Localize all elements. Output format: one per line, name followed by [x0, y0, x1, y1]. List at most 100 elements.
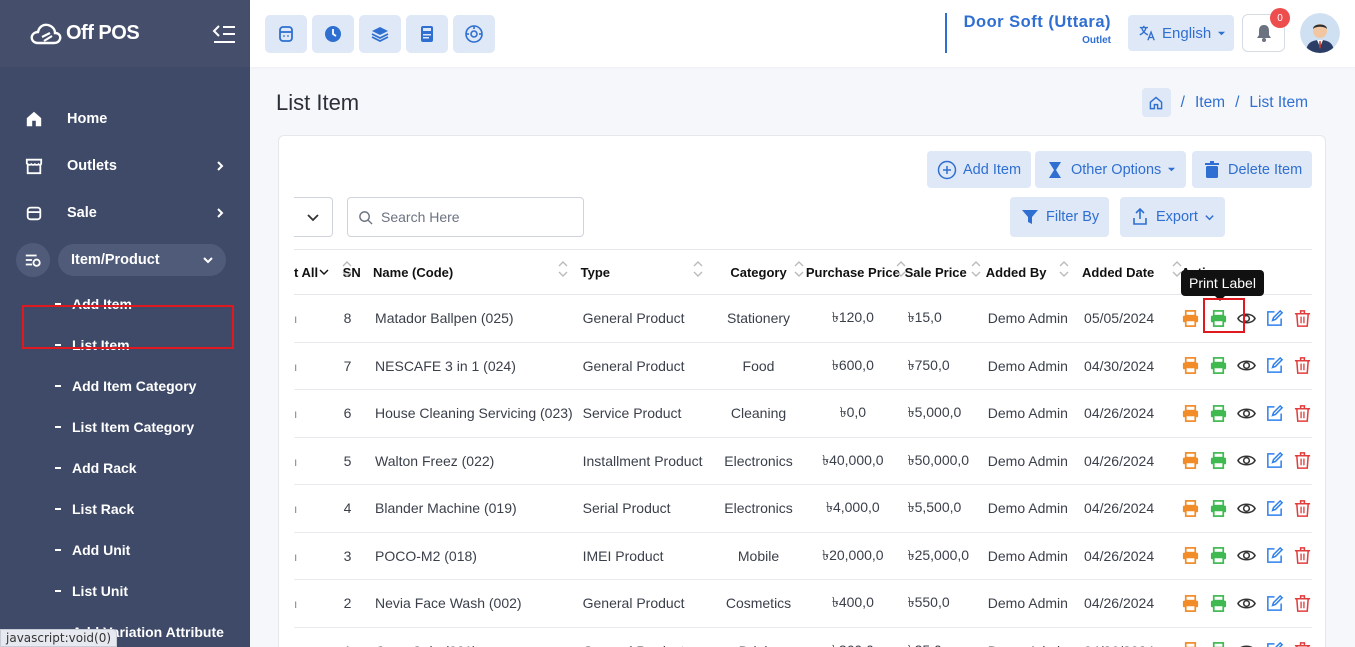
row-actions [1177, 404, 1312, 423]
print-label-icon[interactable] [1209, 499, 1228, 518]
notifications-button[interactable]: 0 [1242, 8, 1290, 52]
print-label-icon[interactable] [1209, 594, 1228, 613]
outlet-info[interactable]: Door Soft (Uttara) Outlet [945, 13, 1111, 53]
print-barcode-icon[interactable] [1181, 594, 1200, 613]
header-category[interactable]: Category [715, 249, 804, 295]
header-label: Category [730, 264, 787, 280]
row-select-cell[interactable]: ı [294, 627, 336, 647]
view-eye-icon[interactable] [1237, 404, 1256, 423]
add-item-button[interactable]: Add Item [927, 151, 1032, 188]
header-name[interactable]: Name (Code) [373, 249, 581, 295]
edit-icon[interactable] [1265, 499, 1284, 518]
sidebar-item-sale[interactable]: Sale [0, 189, 250, 236]
print-barcode-icon[interactable] [1181, 546, 1200, 565]
entries-select[interactable] [294, 197, 333, 237]
breadcrumb-item[interactable]: Item [1195, 94, 1225, 112]
header-type[interactable]: Type [580, 249, 716, 295]
submenu-item-add-item[interactable]: Add Item [55, 283, 250, 324]
header-purchase-price[interactable]: Purchase Price [801, 249, 906, 295]
edit-icon[interactable] [1265, 309, 1284, 328]
print-barcode-icon[interactable] [1181, 404, 1200, 423]
edit-icon[interactable] [1265, 451, 1284, 470]
row-select-cell[interactable]: ı [294, 389, 336, 438]
app-logo[interactable]: Off POS [30, 21, 140, 47]
pos-shortcut-button[interactable] [265, 14, 307, 53]
header-added-by[interactable]: Added By [985, 249, 1083, 295]
view-eye-icon[interactable] [1237, 356, 1256, 375]
sidebar-item-item-product[interactable]: Item/Product [0, 236, 250, 283]
header-added-date[interactable]: Added Date [1082, 249, 1182, 295]
delete-trash-icon[interactable] [1293, 404, 1312, 423]
header-sn[interactable]: SN [335, 249, 374, 295]
export-icon [1133, 207, 1147, 225]
row-select-cell[interactable]: ı [294, 579, 336, 628]
cell-sale-price: ৳5,500,0 [904, 484, 986, 533]
collapse-menu-icon[interactable] [212, 23, 236, 45]
delete-trash-icon[interactable] [1293, 546, 1312, 565]
select-all-header[interactable]: t All [294, 249, 336, 295]
browser-status-bar: javascript:void(0) [0, 629, 118, 647]
submenu-item-list-item-category[interactable]: List Item Category [55, 406, 250, 447]
filter-by-button[interactable]: Filter By [1010, 197, 1110, 237]
edit-icon[interactable] [1265, 641, 1284, 647]
view-eye-icon[interactable] [1237, 499, 1256, 518]
cell-sale-price: ৳35,0 [904, 627, 986, 647]
delete-trash-icon[interactable] [1293, 356, 1312, 375]
other-options-button[interactable]: Other Options [1035, 151, 1187, 188]
delete-trash-icon[interactable] [1293, 641, 1312, 647]
row-select-cell[interactable]: ı [294, 484, 336, 533]
cell-added-by: Demo Admin [985, 437, 1083, 485]
print-label-icon[interactable] [1209, 641, 1228, 647]
print-barcode-icon[interactable] [1181, 451, 1200, 470]
submenu-item-add-unit[interactable]: Add Unit [55, 529, 250, 570]
user-avatar[interactable] [1300, 13, 1340, 53]
print-barcode-icon[interactable] [1181, 356, 1200, 375]
dashboard-shortcut-button[interactable] [453, 14, 495, 53]
calculator-shortcut-button[interactable] [406, 14, 448, 53]
print-label-icon[interactable] [1209, 356, 1228, 375]
submenu-item-add-item-category[interactable]: Add Item Category [55, 365, 250, 406]
delete-trash-icon[interactable] [1293, 451, 1312, 470]
row-select-cell[interactable]: ı [294, 342, 336, 390]
edit-icon[interactable] [1265, 546, 1284, 565]
delete-trash-icon[interactable] [1293, 309, 1312, 328]
delete-item-button[interactable]: Delete Item [1192, 151, 1313, 188]
row-select-cell[interactable]: ı [294, 294, 336, 343]
cell-category: Food [715, 342, 802, 390]
view-eye-icon[interactable] [1237, 451, 1256, 470]
print-label-icon[interactable] [1209, 546, 1228, 565]
edit-icon[interactable] [1265, 404, 1284, 423]
sidebar-item-outlets[interactable]: Outlets [0, 142, 250, 189]
print-label-icon[interactable] [1209, 404, 1228, 423]
delete-trash-icon[interactable] [1293, 499, 1312, 518]
breadcrumb-current: List Item [1249, 93, 1308, 111]
submenu-item-list-item[interactable]: List Item [55, 324, 250, 365]
row-select-cell[interactable]: ı [294, 532, 336, 580]
clock-shortcut-button[interactable] [312, 14, 354, 53]
header-sale-price[interactable]: Sale Price [904, 249, 986, 295]
export-button[interactable]: Export [1120, 197, 1225, 237]
submenu-item-add-rack[interactable]: Add Rack [55, 447, 250, 488]
print-barcode-icon[interactable] [1181, 309, 1200, 328]
layers-shortcut-button[interactable] [359, 14, 401, 53]
dash-icon [55, 343, 61, 346]
view-eye-icon[interactable] [1237, 546, 1256, 565]
delete-trash-icon[interactable] [1293, 594, 1312, 613]
print-barcode-icon[interactable] [1181, 641, 1200, 647]
print-label-icon[interactable] [1209, 309, 1228, 328]
search-input[interactable] [381, 209, 571, 225]
print-label-icon[interactable] [1209, 451, 1228, 470]
submenu-item-list-rack[interactable]: List Rack [55, 488, 250, 529]
row-select-cell[interactable]: ı [294, 437, 336, 485]
view-eye-icon[interactable] [1237, 309, 1256, 328]
cell-actions [1177, 627, 1312, 647]
print-barcode-icon[interactable] [1181, 499, 1200, 518]
submenu-item-list-unit[interactable]: List Unit [55, 570, 250, 611]
view-eye-icon[interactable] [1237, 594, 1256, 613]
edit-icon[interactable] [1265, 594, 1284, 613]
view-eye-icon[interactable] [1237, 641, 1256, 647]
language-select[interactable]: English [1128, 15, 1234, 51]
edit-icon[interactable] [1265, 356, 1284, 375]
sidebar-item-home[interactable]: Home [0, 95, 250, 142]
breadcrumb-home[interactable] [1141, 88, 1171, 117]
